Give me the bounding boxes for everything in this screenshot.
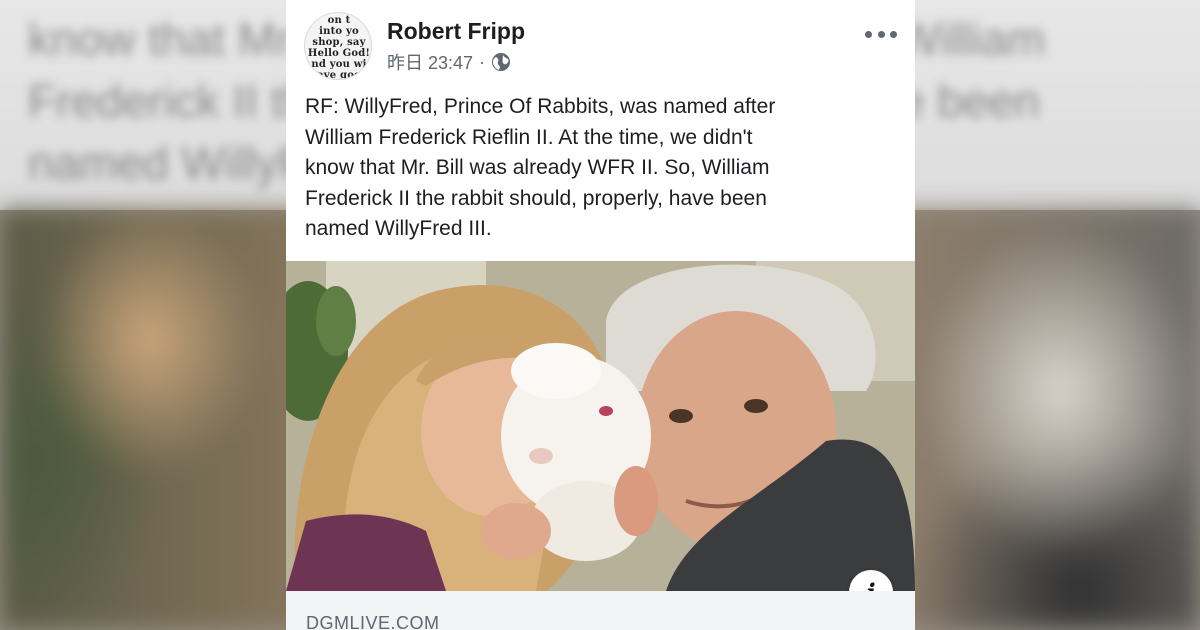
avatar-text-line: Hello God! bbox=[307, 48, 371, 59]
post-header: on t into yo shop, say Hello God! nd you… bbox=[286, 0, 915, 90]
avatar-text-line: ave goo bbox=[317, 70, 361, 80]
more-dot bbox=[890, 30, 897, 38]
post-card: on t into yo shop, say Hello God! nd you… bbox=[286, 0, 915, 630]
author-avatar[interactable]: on t into yo shop, say Hello God! nd you… bbox=[304, 12, 372, 80]
avatar-text-line: nd you wi bbox=[311, 59, 367, 70]
post-timestamp[interactable]: 昨日 23:47 bbox=[387, 49, 473, 75]
post-text: RF: WillyFred, Prince Of Rabbits, was na… bbox=[305, 92, 895, 245]
avatar-text-line: on t bbox=[327, 15, 351, 26]
author-name[interactable]: Robert Fripp bbox=[387, 18, 525, 45]
more-options-icon[interactable] bbox=[865, 22, 897, 46]
more-dot bbox=[865, 30, 872, 38]
globe-icon bbox=[491, 52, 511, 72]
more-dot bbox=[877, 30, 885, 38]
photo-illustration bbox=[286, 261, 915, 591]
link-domain[interactable]: DGMLIVE.COM bbox=[306, 613, 440, 630]
avatar-text-line: into yo bbox=[319, 26, 359, 37]
post-meta: 昨日 23:47 · bbox=[387, 50, 511, 74]
post-text-line: named WillyFred III. bbox=[305, 217, 492, 240]
post-photo[interactable] bbox=[286, 261, 915, 591]
post-text-line: William Frederick Rieflin II. At the tim… bbox=[305, 125, 753, 149]
post-text-line: Frederick II the rabbit should, properly… bbox=[305, 186, 767, 210]
link-preview-bar[interactable]: DGMLIVE.COM bbox=[286, 591, 915, 630]
post-text-line: know that Mr. Bill was already WFR II. S… bbox=[305, 156, 770, 179]
avatar-text-line: shop, say bbox=[312, 37, 366, 48]
post-text-line: RF: WillyFred, Prince Of Rabbits, was na… bbox=[305, 95, 776, 118]
meta-separator: · bbox=[479, 51, 486, 72]
avatar-text: on t into yo shop, say Hello God! nd you… bbox=[305, 15, 371, 80]
